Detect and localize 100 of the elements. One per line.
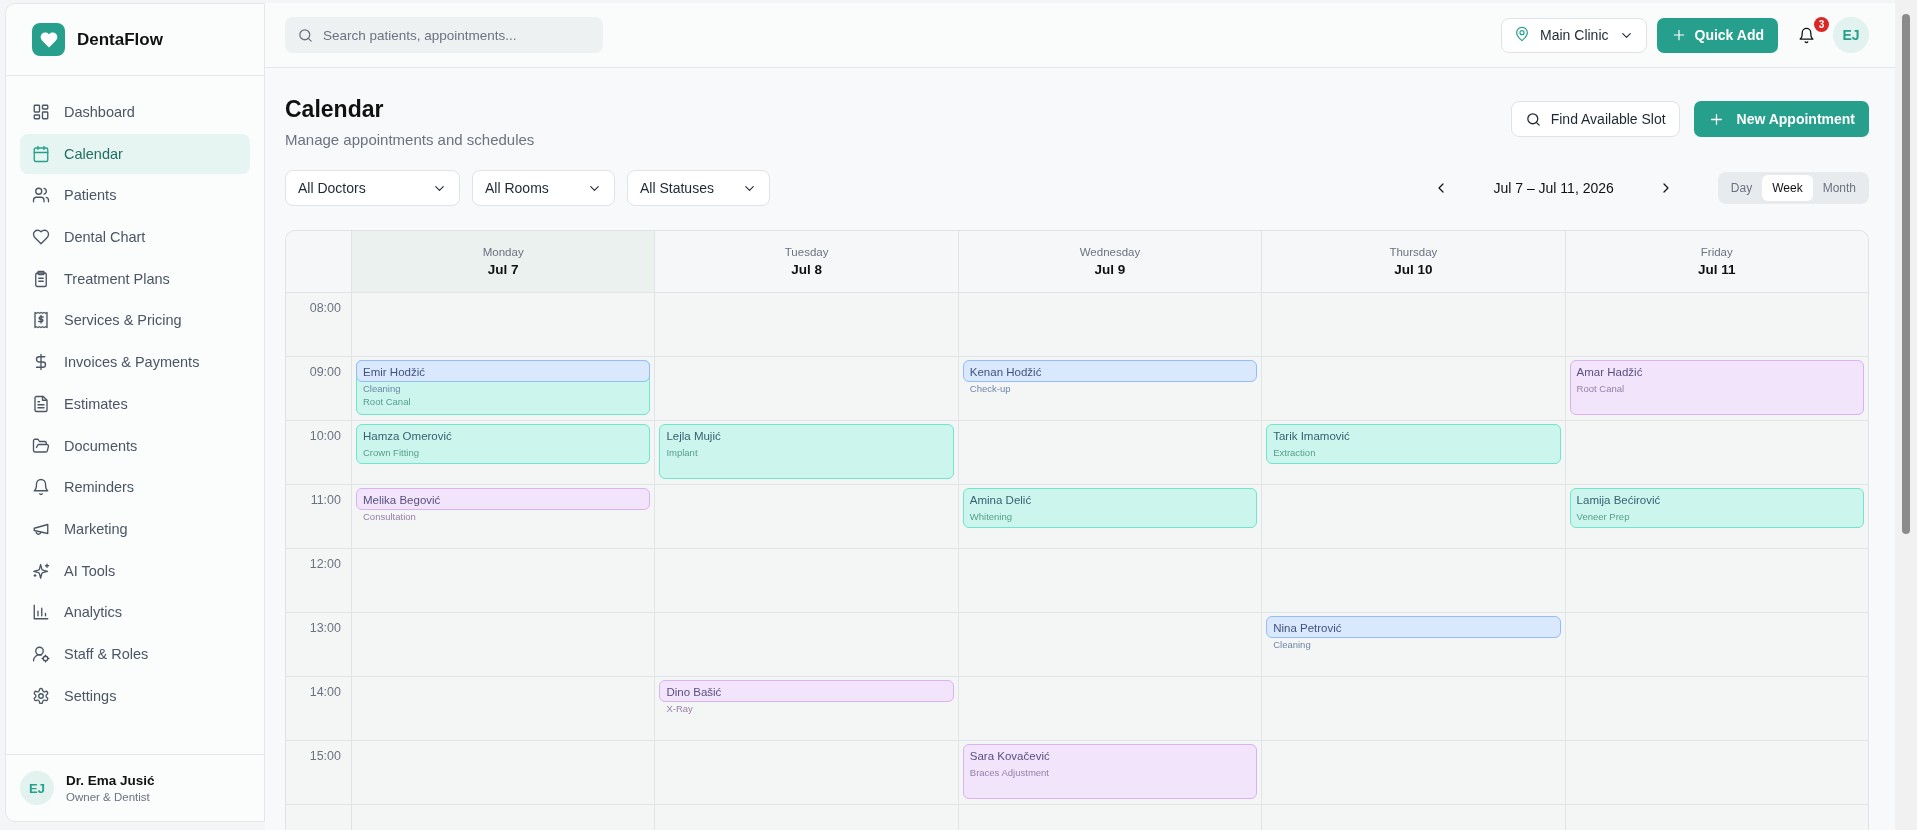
service-label: Whitening bbox=[969, 511, 1013, 522]
date-label: Jul 10 bbox=[1394, 262, 1433, 277]
service-label: Consultation bbox=[363, 511, 416, 522]
date-label: Jul 7 bbox=[487, 262, 519, 277]
appointment-card[interactable]: Lamija Bećirović Veneer Prep bbox=[1569, 488, 1864, 528]
view-tab[interactable]: Month bbox=[1812, 175, 1866, 201]
people-icon bbox=[32, 186, 50, 205]
time-slot[interactable]: Dino Bašić X-Ray bbox=[654, 677, 958, 741]
patient-name: Nina Petrović bbox=[1273, 622, 1343, 635]
time-slot[interactable] bbox=[1564, 677, 1868, 741]
sidebar-item[interactable]: Settings bbox=[20, 675, 250, 716]
view-tab[interactable]: Day bbox=[1720, 175, 1763, 201]
service-label: Root Canal bbox=[1576, 383, 1625, 394]
time-slot[interactable] bbox=[1564, 293, 1868, 357]
appointment-card[interactable]: Sara Kovačević Braces Adjustment bbox=[962, 744, 1258, 799]
patient-name: Kenan Hodžić bbox=[969, 366, 1043, 379]
time-slot[interactable]: Amar Hadžić Root Canal bbox=[1564, 357, 1868, 421]
pin-icon bbox=[1514, 25, 1531, 42]
time-slot[interactable]: Tarik Imamović Extraction bbox=[1261, 421, 1565, 485]
appointment-card[interactable]: Lejla Mujić Implant bbox=[659, 424, 954, 479]
time-slot[interactable]: Lamija Bećirović Veneer Prep bbox=[1564, 485, 1868, 549]
service-label: Root Canal bbox=[363, 396, 411, 407]
patient-name: Amina Delić bbox=[969, 494, 1033, 507]
sidebar-item[interactable]: Estimates bbox=[20, 383, 250, 424]
filter-dropdown[interactable]: All Rooms bbox=[472, 170, 615, 206]
time-slot[interactable] bbox=[1564, 549, 1868, 613]
weekday-label: Wednesday bbox=[1079, 246, 1141, 258]
appointment-card[interactable]: Hamza Omerović Crown Fitting bbox=[356, 424, 651, 464]
sidebar-item[interactable]: Services & Pricing bbox=[20, 300, 250, 341]
search-field[interactable]: Search patients, appointments... bbox=[285, 17, 603, 53]
time-label: 15:00 bbox=[286, 741, 351, 805]
sidebar-item[interactable]: AI Tools bbox=[20, 550, 250, 591]
time-label: 10:00 bbox=[286, 421, 351, 485]
time-slot[interactable] bbox=[1564, 421, 1868, 485]
sidebar-item[interactable]: Invoices & Payments bbox=[20, 342, 250, 383]
patient-name: Sara Kovačević bbox=[969, 750, 1051, 763]
sidebar-item[interactable]: Dashboard bbox=[20, 92, 250, 132]
search-icon bbox=[1524, 110, 1542, 128]
sparkles-icon bbox=[32, 561, 50, 580]
service-label: Check-up bbox=[969, 383, 1011, 394]
view-tab[interactable]: Week bbox=[1762, 175, 1813, 201]
appointment-card[interactable]: Amar Hadžić Root Canal bbox=[1569, 360, 1864, 415]
sidebar-item[interactable]: Calendar bbox=[20, 133, 250, 174]
document-icon bbox=[32, 394, 50, 413]
page-title: Calendar bbox=[285, 95, 385, 124]
sidebar-item[interactable]: Reminders bbox=[20, 467, 250, 508]
calendar-icon bbox=[32, 144, 50, 163]
time-slot[interactable] bbox=[1564, 741, 1868, 805]
patient-name: Dino Bašić bbox=[666, 686, 723, 699]
service-label: Cleaning bbox=[1273, 639, 1311, 650]
user-name: Dr. Ema Jusić bbox=[66, 773, 155, 788]
patient-name: Emir Hodžić bbox=[363, 366, 426, 379]
date-range: Jul 7 – Jul 11, 2026 bbox=[1493, 180, 1614, 196]
logo-icon bbox=[32, 23, 65, 56]
date-label: Jul 9 bbox=[1094, 262, 1126, 277]
sidebar-item[interactable]: Marketing bbox=[20, 508, 250, 549]
filter-dropdown[interactable]: All Statuses bbox=[627, 170, 770, 206]
sidebar-item[interactable]: Documents bbox=[20, 425, 250, 466]
appointment-card[interactable]: Amina Delić Whitening bbox=[962, 488, 1258, 528]
search-icon bbox=[297, 26, 314, 44]
service-label: Braces Adjustment bbox=[969, 767, 1049, 778]
page-subtitle: Manage appointments and schedules bbox=[285, 131, 535, 148]
patient-name: Amar Hadžić bbox=[1576, 366, 1644, 379]
time-slot[interactable]: Kenan Hodžić Check-up bbox=[957, 357, 1262, 421]
time-slot[interactable]: Melika Begović Consultation bbox=[351, 485, 655, 549]
clipboard-icon bbox=[32, 269, 50, 288]
bell-icon bbox=[32, 478, 50, 497]
grid-icon bbox=[32, 103, 50, 121]
weekday-label: Friday bbox=[1700, 246, 1733, 258]
time-slot[interactable]: Hamza Omerović Crown Fitting bbox=[351, 421, 655, 485]
patient-name: Tarik Imamović bbox=[1273, 430, 1351, 443]
time-label: 13:00 bbox=[286, 613, 351, 677]
scrollbar[interactable] bbox=[1895, 0, 1917, 830]
folder-icon bbox=[32, 436, 50, 455]
sidebar-item[interactable]: Patients bbox=[20, 175, 250, 216]
notification-badge: 3 bbox=[1814, 16, 1829, 32]
time-slot[interactable] bbox=[1564, 613, 1868, 677]
time-slot[interactable]: Lejla Mujić Implant bbox=[654, 421, 958, 485]
service-label: X-Ray bbox=[666, 703, 693, 714]
brand-name: DentaFlow bbox=[77, 29, 163, 50]
sidebar-item[interactable]: Treatment Plans bbox=[20, 258, 250, 299]
time-slot[interactable]: Sara Kovačević Braces Adjustment bbox=[957, 741, 1262, 805]
sidebar-item[interactable]: Dental Chart bbox=[20, 217, 250, 258]
time-slot[interactable]: Emir Hodžić Cleaning Root Canal bbox=[351, 357, 655, 421]
service-label: Extraction bbox=[1273, 447, 1316, 458]
find-slot-button[interactable]: Find Available Slot bbox=[1510, 101, 1680, 137]
time-slot[interactable]: Nina Petrović Cleaning bbox=[1261, 613, 1565, 677]
time-label: 14:00 bbox=[286, 677, 351, 741]
user-role: Owner & Dentist bbox=[66, 791, 151, 803]
time-slot[interactable]: Amina Delić Whitening bbox=[957, 485, 1262, 549]
notifications-button[interactable] bbox=[1798, 26, 1815, 44]
sidebar-item[interactable]: Analytics bbox=[20, 592, 250, 633]
appointment-card[interactable]: Tarik Imamović Extraction bbox=[1266, 424, 1561, 464]
filter-dropdown[interactable]: All Doctors bbox=[285, 170, 460, 206]
time-label: 11:00 bbox=[286, 485, 351, 549]
bell-icon bbox=[1798, 26, 1815, 44]
location-dropdown[interactable]: Main Clinic bbox=[1501, 17, 1647, 53]
sidebar-item[interactable]: Staff & Roles bbox=[20, 633, 250, 674]
settings-icon bbox=[32, 686, 50, 705]
time-label: 12:00 bbox=[286, 549, 351, 613]
